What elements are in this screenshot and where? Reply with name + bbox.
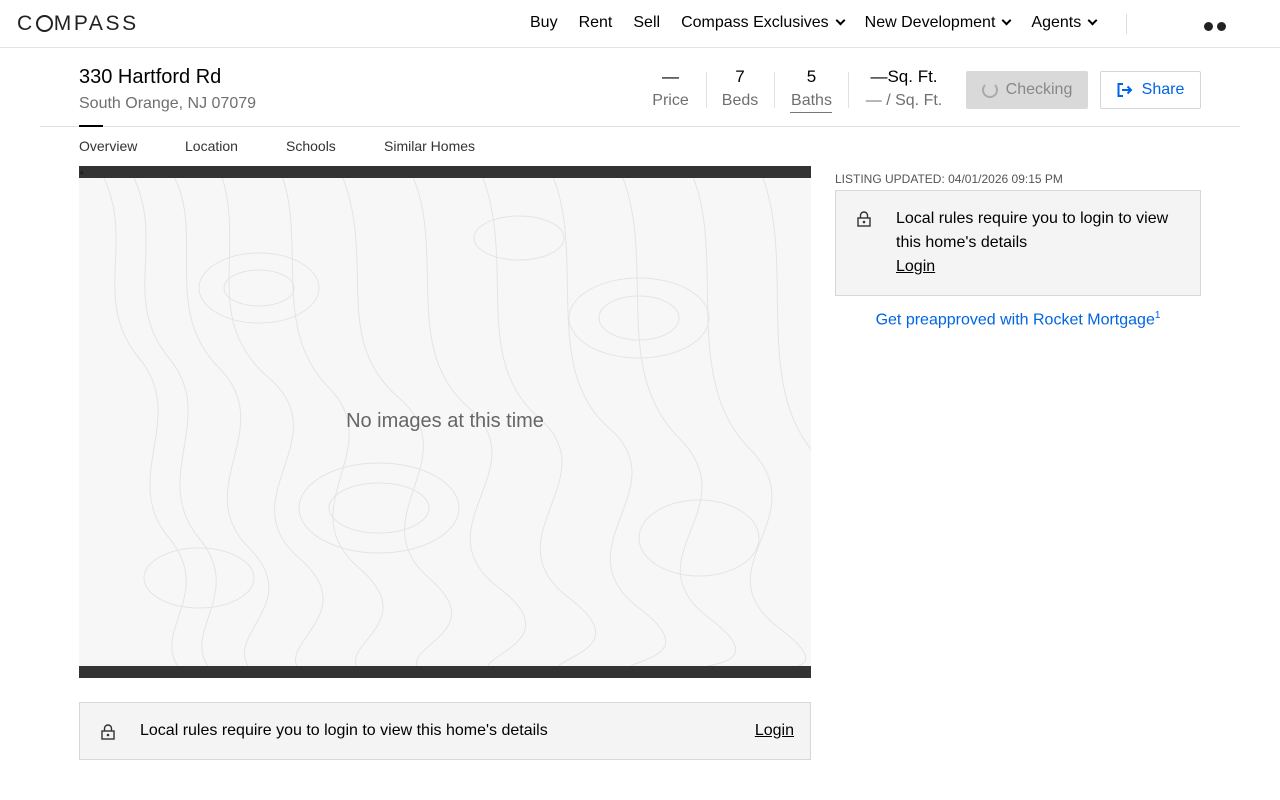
nav-item-label: Agents: [1031, 14, 1082, 31]
chevron-down-icon: [1001, 15, 1012, 26]
nav-item-label: Rent: [578, 14, 613, 31]
tab-overview[interactable]: Overview: [79, 138, 137, 154]
nav-item-agents[interactable]: Agents: [1031, 14, 1098, 32]
sqft-value: —Sq. Ft.: [870, 67, 938, 86]
listing-updated-timestamp: LISTING UPDATED: 04/01/2026 09:15 PM: [835, 172, 1063, 186]
checking-button[interactable]: Checking: [966, 71, 1088, 109]
spinner-icon: [981, 82, 998, 98]
chevron-down-icon: [1087, 15, 1098, 26]
rocket-link-label: Get preapproved with Rocket Mortgage: [875, 311, 1155, 329]
active-tab-indicator: [79, 125, 103, 127]
price-value: —: [662, 67, 679, 86]
compass-logo[interactable]: C MPASS: [17, 12, 139, 36]
nav-item-sell[interactable]: Sell: [633, 14, 660, 32]
card-message: Local rules require you to login to view…: [896, 210, 1169, 251]
gallery-top-bar: [79, 166, 811, 178]
nav-item-buy[interactable]: Buy: [530, 14, 558, 32]
nav-item-rent[interactable]: Rent: [579, 14, 613, 32]
rocket-mortgage-link[interactable]: Get preapproved with Rocket Mortgage1: [835, 310, 1201, 329]
listing-address: 330 Hartford Rd: [79, 66, 222, 88]
beds-label: Beds: [721, 92, 759, 109]
lock-icon: [857, 211, 871, 227]
no-images-message: No images at this time: [346, 410, 544, 432]
top-navigation: C MPASS Buy Rent Sell Compass Exclusives …: [0, 0, 1280, 48]
gallery-bottom-bar: [79, 666, 811, 678]
nav-divider: [1126, 14, 1127, 34]
stat-price: — Price: [650, 67, 691, 110]
card-login-link[interactable]: Login: [896, 255, 935, 279]
price-label: Price: [652, 92, 689, 109]
stat-beds: 7 Beds: [720, 67, 760, 110]
photo-gallery[interactable]: ▫ No images at this time: [79, 166, 811, 678]
baths-underline: [790, 112, 832, 113]
chevron-down-icon: [835, 15, 846, 26]
checking-label: Checking: [1005, 81, 1073, 98]
footnote-marker: 1: [1154, 310, 1161, 321]
stat-baths[interactable]: 5 Baths: [790, 67, 833, 110]
baths-label: Baths: [791, 92, 832, 109]
baths-value: 5: [806, 67, 817, 86]
stat-divider: [848, 72, 849, 108]
tab-location[interactable]: Location: [185, 138, 238, 154]
login-required-banner: Local rules require you to login to view…: [79, 702, 811, 760]
share-label: Share: [1141, 81, 1185, 98]
loading-dots-icon: [1204, 22, 1226, 31]
lock-icon: [101, 724, 115, 740]
nav-item-label: Sell: [633, 14, 661, 31]
beds-value: 7: [735, 67, 745, 86]
banner-message: Local rules require you to login to view…: [140, 722, 548, 739]
listing-locality: South Orange, NJ 07079: [79, 95, 257, 112]
nav-item-label: New Development: [864, 14, 996, 31]
nav-menu: Buy Rent Sell Compass Exclusives New Dev…: [530, 14, 1117, 32]
nav-item-new-development[interactable]: New Development: [864, 14, 1012, 32]
tab-similar-homes[interactable]: Similar Homes: [384, 138, 475, 154]
sqft-label: — / Sq. Ft.: [865, 92, 943, 109]
banner-login-link[interactable]: Login: [755, 722, 794, 740]
tab-schools[interactable]: Schools: [286, 138, 336, 154]
stat-divider: [774, 72, 775, 108]
logo-ring: [35, 15, 53, 32]
stat-sqft: —Sq. Ft. — / Sq. Ft.: [862, 67, 946, 110]
stat-divider: [706, 72, 707, 108]
login-required-card: Local rules require you to login to view…: [835, 190, 1201, 296]
nav-item-label: Compass Exclusives: [681, 14, 829, 31]
broken-image-icon: ▫: [80, 168, 84, 179]
nav-item-compass-exclusives[interactable]: Compass Exclusives: [681, 14, 846, 32]
share-button[interactable]: Share: [1100, 71, 1201, 109]
nav-item-label: Buy: [530, 14, 558, 31]
header-divider: [40, 126, 1240, 127]
share-icon: [1117, 83, 1133, 97]
